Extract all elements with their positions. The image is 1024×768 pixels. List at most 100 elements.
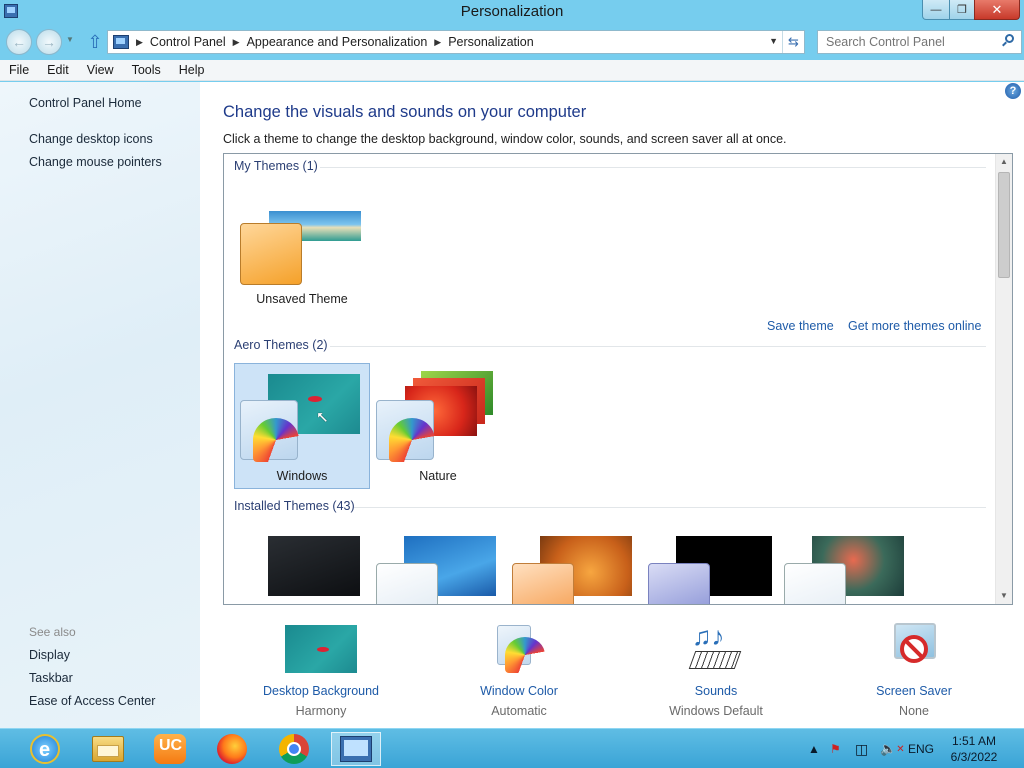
chrome-icon (279, 734, 309, 764)
see-also-label: See also (29, 625, 76, 639)
group-divider (354, 507, 986, 508)
show-hidden-icons-button[interactable]: ▲ (808, 729, 820, 768)
navigation-bar: ← → ▼ ⇧ ▶ Control Panel ▶ Appearance and… (0, 26, 1024, 58)
group-divider (320, 167, 986, 168)
desktop-background-setting[interactable]: Desktop Background Harmony (241, 623, 401, 718)
taskbar-file-explorer[interactable] (83, 732, 133, 766)
clock-date: 6/3/2022 (950, 750, 998, 764)
group-header-my-themes[interactable]: My Themes (1) (234, 159, 318, 173)
theme-tile-installed[interactable] (506, 526, 642, 604)
breadcrumb-personalization[interactable]: Personalization (448, 35, 533, 49)
color-swatch (376, 563, 438, 604)
menu-help[interactable]: Help (170, 63, 214, 77)
get-more-themes-link[interactable]: Get more themes online (848, 319, 981, 333)
themes-list[interactable]: My Themes (1) Unsaved Theme Save theme G… (223, 153, 1013, 605)
minimize-button[interactable]: — (922, 0, 950, 20)
control-panel-home-link[interactable]: Control Panel Home (29, 96, 142, 110)
chevron-right-icon[interactable]: ▶ (434, 37, 441, 48)
scroll-down-icon[interactable]: ▼ (996, 589, 1012, 603)
help-icon[interactable]: ? (1005, 83, 1021, 99)
recent-pages-dropdown[interactable]: ▼ (66, 35, 74, 44)
personalization-window: Personalization — ❐ ✕ ← → ▼ ⇧ ▶ Control … (0, 0, 1024, 728)
sounds-link[interactable]: Sounds (636, 684, 796, 698)
taskbar-control-panel[interactable] (331, 732, 381, 766)
theme-tile-installed[interactable] (370, 526, 506, 604)
menu-tools[interactable]: Tools (123, 63, 170, 77)
ease-of-access-center-link[interactable]: Ease of Access Center (29, 694, 155, 708)
save-theme-link[interactable]: Save theme (767, 319, 834, 333)
back-arrow-icon: ← (12, 34, 26, 50)
screen-saver-setting[interactable]: Screen Saver None (834, 623, 994, 718)
theme-label: Windows (276, 469, 328, 483)
change-mouse-pointers-link[interactable]: Change mouse pointers (29, 155, 162, 169)
action-center-icon[interactable]: ⚑ (830, 729, 841, 768)
sounds-icon: ♫♪ (680, 623, 752, 673)
sounds-setting[interactable]: ♫♪ Sounds Windows Default (636, 623, 796, 718)
search-box[interactable] (817, 30, 1022, 54)
scrollbar-thumb[interactable] (998, 172, 1010, 278)
address-bar[interactable]: ▶ Control Panel ▶ Appearance and Persona… (107, 30, 805, 54)
network-icon[interactable]: ◫ (855, 729, 868, 768)
search-icon[interactable] (1001, 34, 1015, 48)
taskbar-internet-explorer[interactable]: e (20, 732, 70, 766)
menu-view[interactable]: View (78, 63, 123, 77)
language-indicator[interactable]: ENG (908, 729, 934, 768)
group-header-aero-themes[interactable]: Aero Themes (2) (234, 338, 328, 352)
sounds-value: Windows Default (669, 704, 763, 718)
title-bar[interactable]: Personalization — ❐ ✕ (0, 0, 1024, 24)
group-divider (330, 346, 986, 347)
taskbar-uc-browser[interactable]: UC (145, 732, 195, 766)
theme-tile-installed[interactable] (778, 526, 914, 604)
volume-muted-icon[interactable]: 🔈 ✕ (880, 729, 905, 768)
menu-file[interactable]: File (0, 63, 38, 77)
desktop-background-link[interactable]: Desktop Background (241, 684, 401, 698)
desktop-background-icon (285, 623, 357, 673)
uc-browser-icon: UC (154, 734, 186, 764)
forward-button[interactable]: → (36, 29, 62, 55)
breadcrumb-appearance[interactable]: Appearance and Personalization (247, 35, 428, 49)
screen-saver-icon (878, 623, 950, 673)
taskbar: e UC ▲ ⚑ ◫ 🔈 ✕ ENG 1:51 AM 6/3/2022 (0, 728, 1024, 768)
forward-arrow-icon: → (42, 34, 56, 50)
firefox-icon (217, 734, 247, 764)
taskbar-link[interactable]: Taskbar (29, 671, 73, 685)
change-desktop-icons-link[interactable]: Change desktop icons (29, 132, 153, 146)
display-link[interactable]: Display (29, 648, 70, 662)
chevron-right-icon[interactable]: ▶ (233, 37, 240, 48)
color-swatch (784, 563, 846, 604)
screen-saver-link[interactable]: Screen Saver (834, 684, 994, 698)
mouse-cursor-icon: ⭦ (317, 410, 328, 427)
window-color-value: Automatic (491, 704, 547, 718)
chevron-right-icon[interactable]: ▶ (136, 37, 143, 48)
window-color-setting[interactable]: Window Color Automatic (439, 623, 599, 718)
restore-button[interactable]: ❐ (949, 0, 975, 20)
theme-tile-windows[interactable]: ⭦ Windows (234, 363, 370, 489)
taskbar-chrome[interactable] (269, 732, 319, 766)
desktop-background-value: Harmony (295, 704, 347, 718)
theme-tile-nature[interactable]: Nature (370, 363, 506, 489)
taskbar-firefox[interactable] (207, 732, 257, 766)
theme-tile-installed[interactable] (642, 526, 778, 604)
theme-label: Unsaved Theme (256, 292, 348, 306)
refresh-icon[interactable]: ⇆ (782, 31, 804, 53)
control-panel-icon (113, 35, 129, 49)
menu-bar: File Edit View Tools Help (0, 60, 1024, 81)
scroll-up-icon[interactable]: ▲ (996, 155, 1012, 169)
group-header-installed-themes[interactable]: Installed Themes (43) (234, 499, 355, 513)
color-swatch (512, 563, 574, 604)
breadcrumb-control-panel[interactable]: Control Panel (150, 35, 226, 49)
search-input[interactable] (818, 31, 998, 53)
theme-tile-unsaved[interactable]: Unsaved Theme (234, 192, 370, 318)
color-swatch (240, 223, 302, 285)
themes-scrollbar[interactable]: ▲ ▼ (995, 154, 1012, 604)
color-fan-icon (253, 418, 299, 462)
back-button[interactable]: ← (6, 29, 32, 55)
theme-tile-installed[interactable] (234, 526, 370, 604)
up-arrow-icon[interactable]: ⇧ (86, 32, 104, 52)
address-dropdown-icon[interactable]: ▼ (769, 36, 778, 46)
close-button[interactable]: ✕ (974, 0, 1020, 20)
window-color-link[interactable]: Window Color (439, 684, 599, 698)
menu-edit[interactable]: Edit (38, 63, 78, 77)
system-clock[interactable]: 1:51 AM 6/3/2022 (944, 733, 1004, 765)
chevron-up-icon[interactable]: ▲ (808, 742, 820, 756)
